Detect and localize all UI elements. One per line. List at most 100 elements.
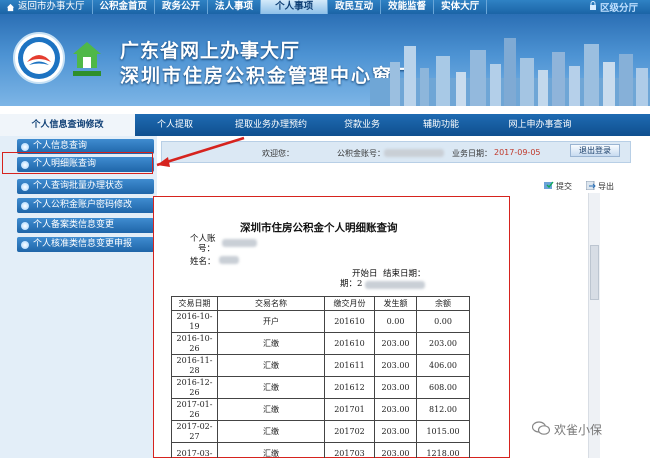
bullet-icon (21, 142, 29, 151)
user-info-bar: 欢迎您： 公积金账号： 业务日期： 2017-09-05 (161, 141, 631, 163)
date-line-1: 2017-02- (176, 421, 213, 431)
start-date-label-2: 期： (340, 279, 358, 289)
topnav-label: 返回市办事大厅 (18, 1, 85, 12)
sidebar-item-filing-change[interactable]: 个人备案类信息变更 (17, 218, 154, 233)
date-line-2: 28 (189, 365, 200, 375)
subnav-tab-assist[interactable]: 辅助功能 (397, 114, 485, 136)
topnav-item-gov-affairs[interactable]: 政务公开 (155, 0, 209, 14)
welcome-label: 欢迎您： (262, 149, 294, 158)
cell-month: 201701 (324, 398, 375, 421)
table-row: 2016-12- 26 汇缴 201612 203.00 608.00 (171, 376, 470, 399)
table-row: 2016-11- 28 汇缴 201611 203.00 406.00 (171, 354, 470, 377)
subnav-tab-withdrawal-booking[interactable]: 提取业务办理预约 (215, 114, 327, 136)
date-range-redacted (365, 281, 425, 289)
date-line-2: 26 (189, 343, 200, 353)
bullet-icon (21, 182, 29, 191)
screenshot-root: { "topnav": { "items": ["返回市办事大厅","公积金首页… (0, 0, 650, 458)
cell-name: 汇缴 (217, 332, 325, 355)
province-emblem-icon (13, 32, 65, 84)
cell-name: 汇缴 (217, 420, 325, 443)
cell-date: 2016-10- 19 (171, 310, 218, 333)
submit-icon (544, 181, 554, 192)
sidebar-item-batch-status[interactable]: 个人查询批量办理状态 (17, 179, 154, 194)
sidebar-item-approval-change[interactable]: 个人核准类信息变更申报 (17, 237, 154, 252)
date-line-2: 26 (189, 409, 200, 419)
table-row: 2016-10- 26 汇缴 201610 203.00 203.00 (171, 332, 470, 355)
sidebar-item-password-change[interactable]: 个人公积金账户密码修改 (17, 198, 154, 213)
cell-month: 201612 (324, 376, 375, 399)
cell-month: 201610 (324, 310, 375, 333)
wechat-icon (531, 421, 551, 438)
subnav-tab-info-query[interactable]: 个人信息查询修改 (0, 114, 135, 136)
date-line-1: 2016-11- (176, 355, 213, 365)
column-header: 交易名称 (217, 296, 325, 311)
lock-icon (589, 1, 597, 13)
cell-month: 201611 (324, 354, 375, 377)
name-label: 姓名： (190, 257, 216, 267)
topnav-item-interaction[interactable]: 政民互动 (328, 0, 382, 14)
end-date-digit: 2 (357, 279, 363, 289)
export-button[interactable]: 导出 (585, 180, 614, 192)
account-number-redacted (384, 149, 444, 157)
top-navigation: 返回市办事大厅 公积金首页 政务公开 法人事项 个人事项 政民互动 效能监督 实… (0, 0, 650, 14)
topnav-item-legal-person[interactable]: 法人事项 (208, 0, 262, 14)
end-date-label: 结束日期： (383, 269, 426, 279)
logout-button[interactable]: 退出登录 (570, 144, 620, 157)
cell-balance: 812.00 (416, 398, 470, 421)
watermark: 欢雀小保 (531, 421, 603, 438)
date-line-2: 27 (189, 431, 200, 441)
sidebar-item-label: 个人核准类信息变更申报 (33, 239, 133, 249)
date-line-1: 2016-10- (176, 333, 213, 343)
cell-balance: 203.00 (416, 332, 470, 355)
column-header: 发生额 (374, 296, 417, 311)
district-hall-label: 区级分厅 (599, 3, 638, 14)
cell-name: 汇缴 (217, 354, 325, 377)
cell-amount: 203.00 (374, 398, 417, 421)
cell-balance: 1218.00 (416, 442, 470, 458)
scrollbar[interactable] (588, 193, 600, 458)
cell-balance: 1015.00 (416, 420, 470, 443)
bullet-icon (21, 201, 29, 210)
table-row: 2016-10- 19 开户 201610 0.00 0.00 (171, 310, 470, 333)
date-line-1: 2016-12- (176, 377, 213, 387)
cell-date: 2017-02- 27 (171, 420, 218, 443)
ledger-table: 交易日期 交易名称 缴交月份 发生额 余额 2016-10- 19 开户 201610… (171, 296, 470, 458)
submit-button[interactable]: 提交 (544, 181, 572, 192)
cell-date: 2016-10- 26 (171, 332, 218, 355)
column-header: 缴交月份 (324, 296, 375, 311)
cell-date: 2016-12- 26 (171, 376, 218, 399)
cell-month: 201610 (324, 332, 375, 355)
header-banner: 广东省网上办事大厅 深圳市住房公积金管理中心窗口 (0, 14, 650, 106)
subnav-tab-loan[interactable]: 贷款业务 (327, 114, 397, 136)
home-icon (6, 3, 15, 12)
scrollbar-thumb[interactable] (590, 245, 599, 300)
topnav-item-supervision[interactable]: 效能监督 (381, 0, 435, 14)
bullet-icon (21, 221, 29, 230)
export-icon (585, 180, 596, 192)
sub-navigation: 个人信息查询修改 个人提取 提取业务办理预约 贷款业务 辅助功能 网上申办事查询 (0, 114, 650, 136)
submit-label: 提交 (556, 182, 572, 191)
cell-amount: 203.00 (374, 376, 417, 399)
cell-name: 开户 (217, 310, 325, 333)
bullet-icon (21, 240, 29, 249)
account-no-label-2: 号： (198, 244, 216, 254)
topnav-item-back[interactable]: 返回市办事大厅 (0, 0, 93, 14)
topnav-item-personal[interactable]: 个人事项 (261, 0, 329, 14)
subnav-tab-online-query[interactable]: 网上申办事查询 (485, 114, 595, 136)
date-line-2: 26 (189, 387, 200, 397)
account-no-redacted (222, 239, 257, 247)
watermark-text: 欢雀小保 (554, 423, 603, 437)
cell-balance: 406.00 (416, 354, 470, 377)
table-row: 2017-01- 26 汇缴 201701 203.00 812.00 (171, 398, 470, 421)
district-hall-link[interactable]: 区级分厅 (589, 0, 638, 14)
name-redacted (219, 256, 239, 264)
cell-date: 2017-03- (171, 442, 218, 458)
cell-amount: 203.00 (374, 420, 417, 443)
topnav-item-physical-hall[interactable]: 实体大厅 (434, 0, 488, 14)
table-row: 2017-03- 汇缴 201703 203.00 1218.00 (171, 442, 470, 458)
subnav-tab-withdrawal[interactable]: 个人提取 (135, 114, 215, 136)
table-row: 2017-02- 27 汇缴 201702 203.00 1015.00 (171, 420, 470, 443)
export-label: 导出 (598, 182, 614, 191)
date-line-1: 2016-10- (176, 311, 213, 321)
topnav-item-gjj-home[interactable]: 公积金首页 (93, 0, 156, 14)
